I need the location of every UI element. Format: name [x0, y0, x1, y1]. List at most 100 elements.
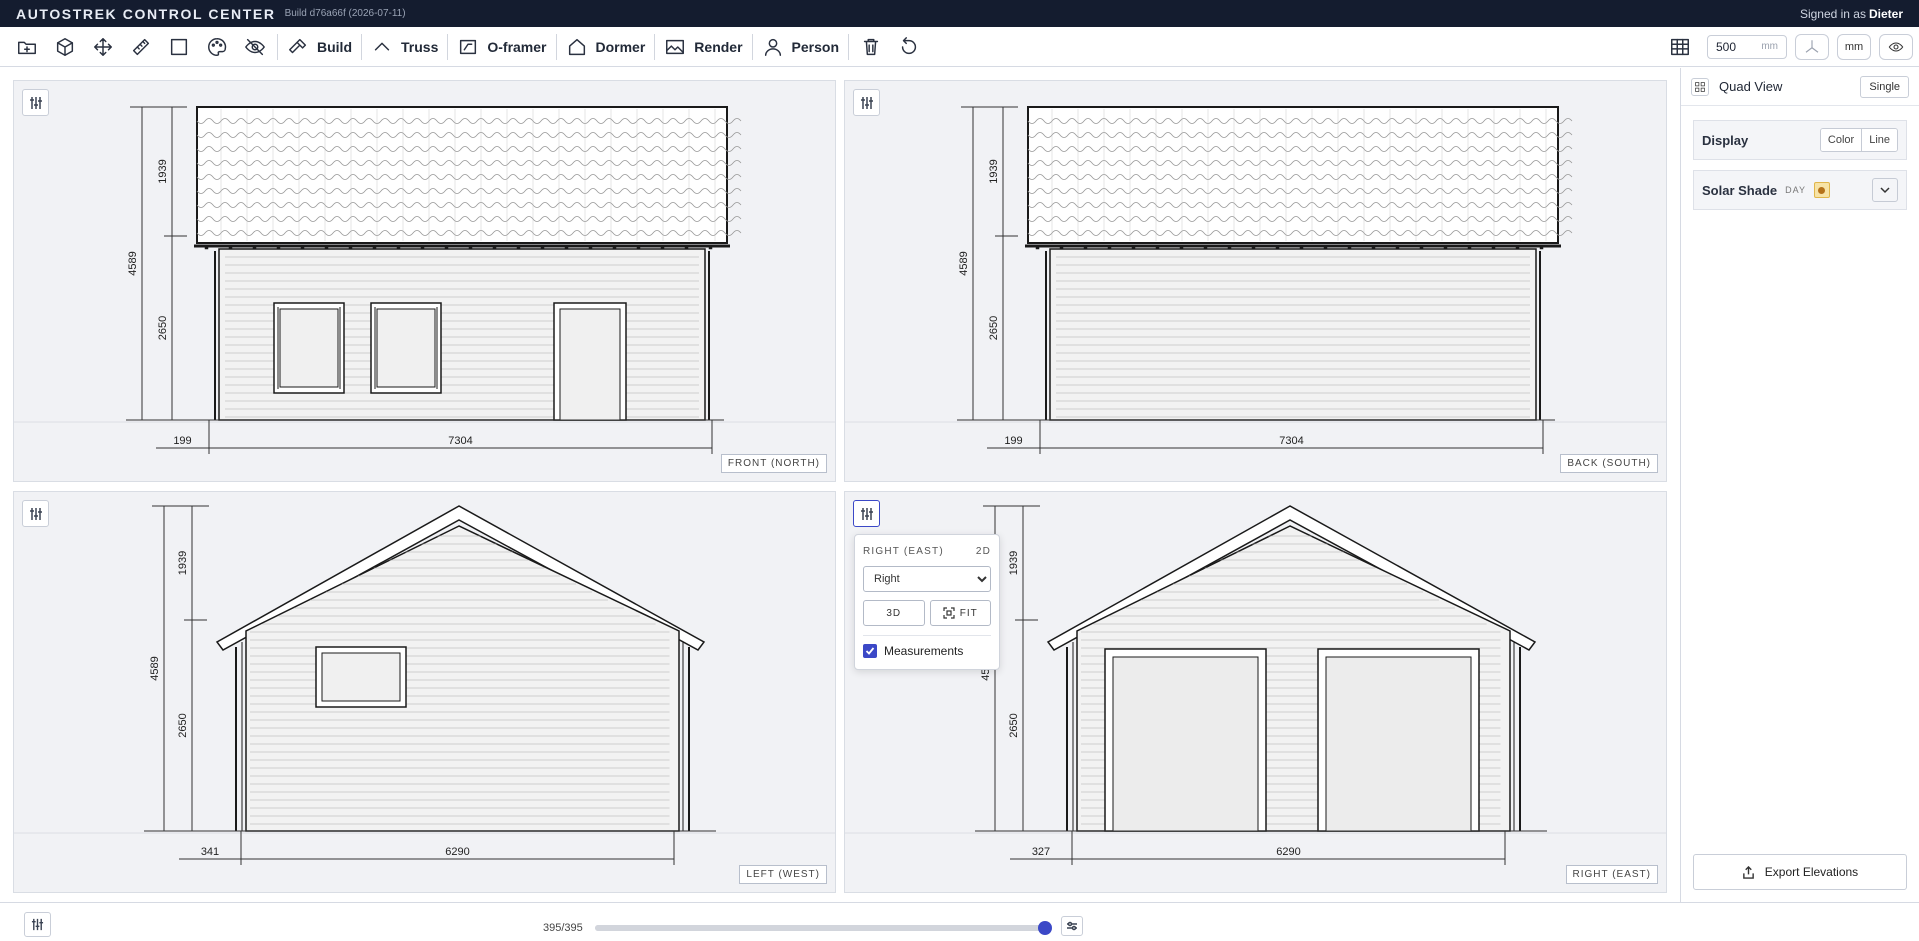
adjust-icon	[1067, 921, 1077, 931]
sun-icon[interactable]	[1813, 182, 1830, 198]
oframer-tool-button[interactable]: O-framer	[451, 31, 552, 63]
view-settings-button[interactable]	[22, 500, 49, 527]
render-tool-button[interactable]: Render	[658, 31, 748, 63]
timeline-settings-button[interactable]	[24, 912, 51, 937]
view-settings-button[interactable]	[853, 89, 880, 116]
grid-icon	[1671, 38, 1689, 55]
solar-expand-button[interactable]	[1872, 178, 1898, 202]
playback-settings-button[interactable]	[1061, 916, 1083, 936]
grid-toggle-button[interactable]	[1661, 31, 1699, 63]
right-sidebar: Quad View Single Display Color Line Sola…	[1680, 68, 1919, 902]
dormer-tool-button[interactable]: Dormer	[560, 31, 652, 63]
export-icon	[1742, 865, 1754, 879]
build-tool-button[interactable]: Build	[281, 31, 358, 63]
oframer-tool-label: O-framer	[487, 38, 547, 55]
hide-icon	[245, 38, 265, 55]
solar-mode-label: DAY	[1785, 185, 1806, 195]
house-icon	[568, 38, 585, 55]
toolbar-divider	[361, 33, 362, 60]
chevron-down-icon	[1880, 187, 1890, 194]
palette-button[interactable]	[198, 31, 236, 63]
toolbar-right: 500 mm mm	[1661, 31, 1919, 63]
single-view-button[interactable]: Single	[1860, 75, 1909, 98]
delete-button[interactable]	[852, 31, 890, 63]
dimension-offset: 327	[1032, 846, 1050, 858]
dimension-total: 4589	[958, 251, 970, 275]
dimension-roof: 1939	[1008, 551, 1020, 575]
display-color-option[interactable]: Color	[1820, 129, 1862, 151]
popup-title: RIGHT (EAST)	[863, 546, 944, 557]
axes-icon	[1805, 39, 1819, 53]
view-panel-back[interactable]: 4589 1939 2650 199 7304 BACK (SOUTH)	[844, 80, 1667, 482]
eye-icon	[1888, 41, 1904, 52]
trash-icon	[863, 38, 879, 55]
elevation-drawing-front: 4589 1939 2650 199 7304	[14, 106, 835, 454]
person-tool-button[interactable]: Person	[756, 31, 845, 63]
quad-view-area: 4589 1939 2650 199 7304 FRONT (NORTH) 4589 19…	[0, 68, 1680, 902]
export-elevations-button[interactable]: Export Elevations	[1693, 854, 1907, 890]
view-panel-left[interactable]: 4589 1939 2650 341 6290 LEFT (WEST)	[13, 491, 836, 893]
dimension-wall: 2650	[157, 316, 169, 340]
display-card: Display Color Line	[1693, 120, 1907, 160]
slider-knob[interactable]	[1038, 921, 1052, 935]
ruler-button[interactable]	[122, 31, 160, 63]
ruler-icon	[132, 38, 150, 55]
view-mode-header: Quad View Single	[1681, 68, 1919, 106]
fit-icon	[943, 607, 955, 619]
build-step-slider[interactable]	[595, 921, 1052, 935]
view-settings-button[interactable]	[853, 500, 880, 527]
truss-tool-button[interactable]: Truss	[365, 31, 444, 63]
view-direction-select[interactable]: Right	[863, 566, 991, 592]
move-button[interactable]	[84, 31, 122, 63]
undo-button[interactable]	[890, 31, 928, 63]
window-pane	[376, 308, 436, 388]
fit-button[interactable]: FIT	[929, 600, 991, 626]
check-icon	[865, 647, 875, 655]
build-label: Build d76a66f (2026-07-11)	[284, 8, 406, 19]
view-settings-popup: RIGHT (EAST) 2D Right 3D FIT Measurements	[854, 534, 1000, 670]
eave-bracket	[1539, 246, 1544, 250]
rectangle-button[interactable]	[160, 31, 198, 63]
export-label: Export Elevations	[1764, 865, 1859, 879]
user-name: Dieter	[1868, 6, 1903, 21]
cube-button[interactable]	[46, 31, 84, 63]
visibility-button[interactable]	[1879, 33, 1913, 60]
view-label: FRONT (NORTH)	[720, 454, 827, 473]
grid-size-unit: mm	[1761, 41, 1778, 52]
eave-bracket	[1035, 246, 1040, 250]
build-tool-label: Build	[317, 38, 352, 55]
signed-in-prefix: Signed in as	[1799, 6, 1866, 21]
measurements-checkbox[interactable]	[863, 644, 877, 658]
view-panel-front[interactable]: 4589 1939 2650 199 7304 FRONT (NORTH)	[13, 80, 836, 482]
hammer-icon	[289, 38, 307, 53]
person-tool-label: Person	[791, 38, 839, 55]
grid-size-input[interactable]: 500 mm	[1707, 34, 1787, 59]
sliders-icon	[29, 507, 42, 520]
dimension-wall: 2650	[988, 316, 1000, 340]
view-label: LEFT (WEST)	[739, 865, 827, 884]
garage-door	[1112, 656, 1259, 832]
sliders-icon	[31, 918, 44, 931]
measurements-toggle[interactable]: Measurements	[863, 635, 991, 658]
axes-button[interactable]	[1795, 33, 1829, 60]
view-mode-label: Quad View	[1719, 79, 1783, 94]
measurements-label: Measurements	[884, 644, 964, 658]
render-tool-label: Render	[694, 38, 743, 55]
move-icon	[94, 37, 112, 56]
wall-outline	[1049, 248, 1537, 421]
quad-grid-icon[interactable]	[1691, 77, 1709, 96]
door-panel	[559, 308, 621, 421]
elevation-drawing-back: 4589 1939 2650 199 7304	[845, 106, 1666, 454]
new-folder-icon	[18, 41, 36, 54]
unit-button[interactable]: mm	[1837, 33, 1871, 60]
undo-icon	[901, 36, 917, 54]
3d-button[interactable]: 3D	[863, 600, 925, 626]
sliders-icon	[29, 96, 42, 109]
dimension-roof: 1939	[177, 551, 189, 575]
view-label: RIGHT (EAST)	[1565, 865, 1658, 884]
new-folder-button[interactable]	[8, 31, 46, 63]
view-settings-button[interactable]	[22, 89, 49, 116]
display-line-option[interactable]: Line	[1861, 129, 1897, 151]
hide-button[interactable]	[236, 31, 274, 63]
window-pane	[321, 652, 401, 702]
